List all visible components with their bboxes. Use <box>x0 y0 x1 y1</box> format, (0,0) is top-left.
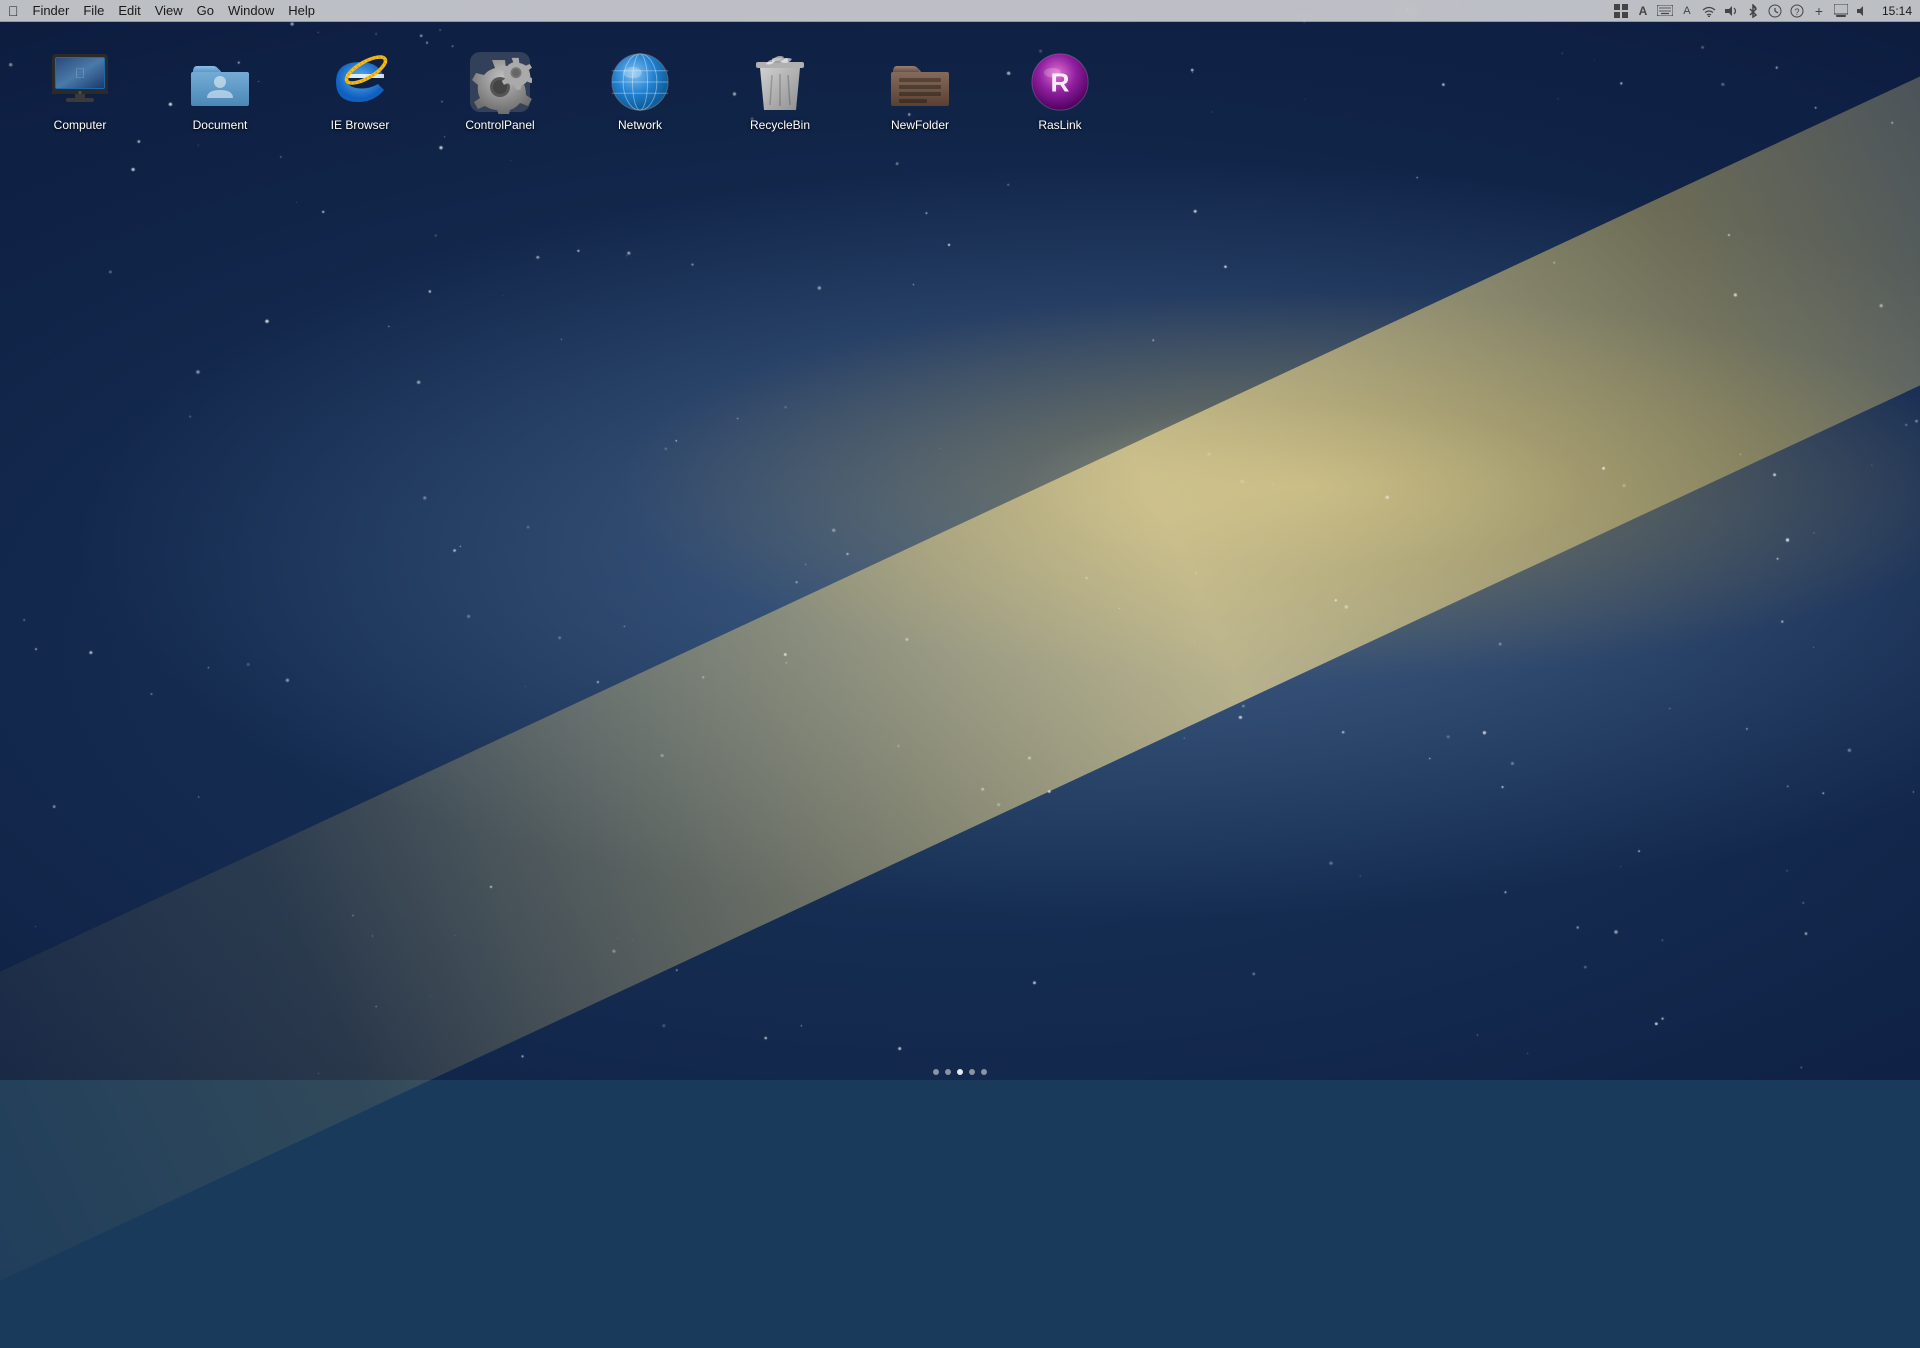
menubar-right: A A ? + <box>1612 3 1912 19</box>
recyclebin-icon-label: RecycleBin <box>750 118 810 134</box>
menubar-edit[interactable]: Edit <box>118 3 140 18</box>
speaker-tray-icon[interactable] <box>1854 3 1872 19</box>
desktop-icon-document[interactable]: Document <box>180 50 260 134</box>
question-tray-icon[interactable]: ? <box>1788 3 1806 19</box>
controlpanel-icon-label: ControlPanel <box>465 118 534 134</box>
dock-dot-3 <box>957 1069 963 1075</box>
document-icon-label: Document <box>193 118 248 134</box>
desktop-icon-network[interactable]: Network <box>600 50 680 134</box>
menubar-help[interactable]: Help <box>288 3 315 18</box>
menubar-left:  Finder File Edit View Go Window Help <box>8 3 315 19</box>
menubar-go[interactable]: Go <box>197 3 214 18</box>
dock-dot-2 <box>945 1069 951 1075</box>
svg-text:?: ? <box>1794 7 1799 17</box>
menubar-finder[interactable]: Finder <box>33 3 70 18</box>
computer-icon-label: Computer <box>54 118 107 134</box>
menubar:  Finder File Edit View Go Window Help A… <box>0 0 1920 22</box>
desktop-icon-recyclebin[interactable]: RecycleBin <box>740 50 820 134</box>
dock-dots <box>933 1069 987 1075</box>
apple-menu[interactable]:  <box>8 3 19 19</box>
document-icon-img <box>188 50 252 114</box>
wifi-tray-icon[interactable] <box>1700 3 1718 19</box>
tray-icons: A A ? + <box>1612 3 1872 19</box>
wallpaper <box>0 0 1920 1080</box>
dock-dot-1 <box>933 1069 939 1075</box>
network-icon-img <box>608 50 672 114</box>
grid-tray-icon[interactable] <box>1612 3 1630 19</box>
bluetooth-tray-icon[interactable] <box>1744 3 1762 19</box>
ie-browser-icon-label: IE Browser <box>331 118 390 134</box>
computer-icon-img:  <box>48 50 112 114</box>
volume-tray-icon[interactable] <box>1722 3 1740 19</box>
clock: 15:14 <box>1882 4 1912 18</box>
raslink-icon-label: RasLink <box>1038 118 1081 134</box>
desktop-icon-controlpanel[interactable]: ControlPanel <box>460 50 540 134</box>
add-tray-icon[interactable]: + <box>1810 3 1828 19</box>
menubar-file[interactable]: File <box>83 3 104 18</box>
desktop-icon-ie-browser[interactable]: IE Browser <box>320 50 400 134</box>
finder-tray-icon[interactable] <box>1832 3 1850 19</box>
a1-tray-icon[interactable]: A <box>1634 3 1652 19</box>
desktop-icon-raslink[interactable]: R RasLink <box>1020 50 1100 134</box>
keyboard-tray-icon[interactable] <box>1656 3 1674 19</box>
svg-text::  <box>75 65 86 81</box>
dock-dot-5 <box>981 1069 987 1075</box>
a2-tray-icon[interactable]: A <box>1678 3 1696 19</box>
dock-dot-4 <box>969 1069 975 1075</box>
desktop-icon-newfolder[interactable]: NewFolder <box>880 50 960 134</box>
menubar-window[interactable]: Window <box>228 3 274 18</box>
menubar-view[interactable]: View <box>155 3 183 18</box>
ie-icon-img <box>328 50 392 114</box>
controlpanel-icon-img <box>468 50 532 114</box>
newfolder-icon-img <box>888 50 952 114</box>
raslink-icon-img: R <box>1028 50 1092 114</box>
network-icon-label: Network <box>618 118 662 134</box>
timemachine-tray-icon[interactable] <box>1766 3 1784 19</box>
newfolder-icon-label: NewFolder <box>891 118 949 134</box>
desktop-icon-computer[interactable]:  Computer <box>40 50 120 134</box>
recyclebin-icon-img <box>748 50 812 114</box>
